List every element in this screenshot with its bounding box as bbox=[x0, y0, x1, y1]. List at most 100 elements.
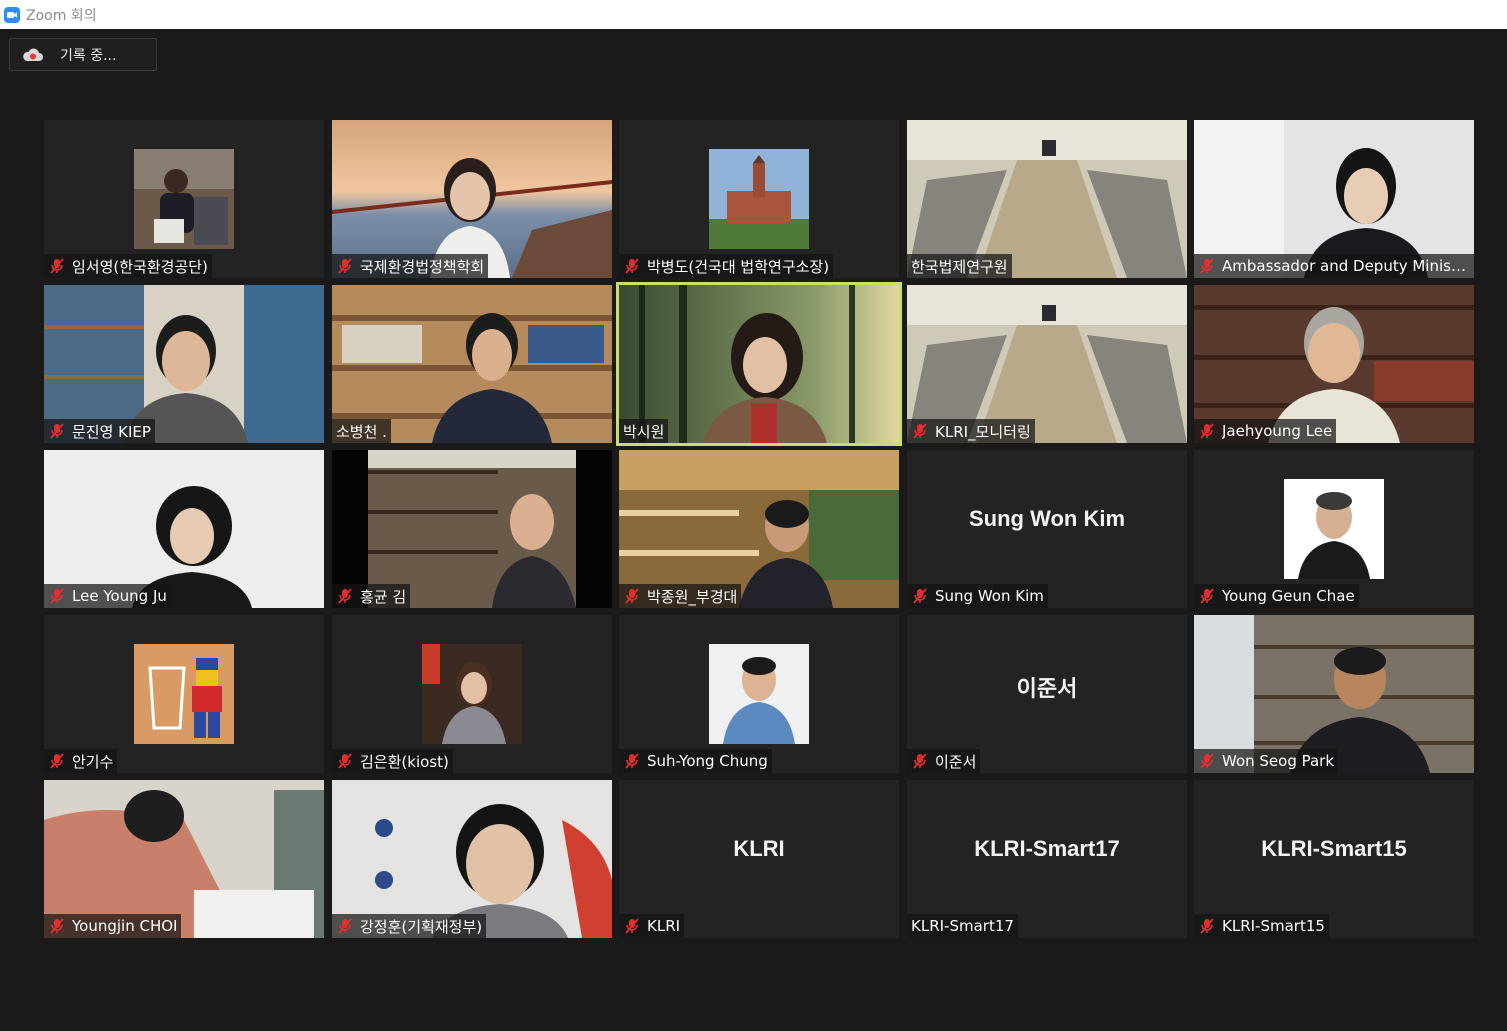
participant-name-bar: 김은환(kiost) bbox=[332, 749, 453, 773]
participant-name: 임서영(한국환경공단) bbox=[72, 257, 208, 276]
participant-tile-active-speaker[interactable]: 박시원 bbox=[616, 282, 902, 446]
participant-tile[interactable]: KLRI KLRI bbox=[619, 780, 899, 938]
participant-tile[interactable]: Youngjin CHOI bbox=[44, 780, 324, 938]
participant-tile[interactable]: 박병도(건국대 법학연구소장) bbox=[619, 120, 899, 278]
mic-muted-icon bbox=[1200, 258, 1214, 274]
mic-muted-icon bbox=[50, 918, 64, 934]
participant-name-bar: Jaehyoung Lee bbox=[1194, 419, 1337, 443]
participant-tile[interactable]: KLRI_모니터링 bbox=[907, 285, 1187, 443]
participant-name: 박병도(건국대 법학연구소장) bbox=[647, 257, 830, 276]
participant-tile[interactable]: 국제환경법정책학회 bbox=[332, 120, 612, 278]
participant-display-name: 이준서 bbox=[1016, 676, 1078, 701]
participant-display-name: KLRI bbox=[733, 836, 785, 861]
participant-name-bar: KLRI_모니터링 bbox=[907, 419, 1035, 443]
participant-photo bbox=[134, 149, 234, 249]
participant-photo bbox=[422, 644, 522, 744]
mic-muted-icon bbox=[50, 423, 64, 439]
mic-muted-icon bbox=[338, 753, 352, 769]
participant-tile[interactable]: Sung Won Kim Sung Won Kim bbox=[907, 450, 1187, 608]
mic-muted-icon bbox=[1200, 753, 1214, 769]
mic-muted-icon bbox=[913, 753, 927, 769]
participant-photo bbox=[709, 149, 809, 249]
participant-name-bar: KLRI-Smart17 bbox=[907, 914, 1018, 938]
participant-name-bar: KLRI bbox=[619, 914, 685, 938]
participant-name-bar: 임서영(한국환경공단) bbox=[44, 254, 212, 278]
participant-tile[interactable]: Jaehyoung Lee bbox=[1194, 285, 1474, 443]
participant-photo bbox=[134, 644, 234, 744]
participant-tile[interactable]: Ambassador and Deputy Minister ... bbox=[1194, 120, 1474, 278]
mic-muted-icon bbox=[625, 918, 639, 934]
participant-name: 한국법제연구원 bbox=[911, 257, 1008, 276]
participant-name-bar: 박시원 bbox=[619, 419, 669, 443]
participant-tile[interactable]: 소병천 . bbox=[332, 285, 612, 443]
participant-tile[interactable]: 안기수 bbox=[44, 615, 324, 773]
mic-muted-icon bbox=[1200, 588, 1214, 604]
participant-tile[interactable]: Young Geun Chae bbox=[1194, 450, 1474, 608]
participant-name: 김은환(kiost) bbox=[360, 752, 449, 771]
participant-photo bbox=[709, 644, 809, 744]
participant-name: Sung Won Kim bbox=[935, 587, 1044, 605]
participant-name: Young Geun Chae bbox=[1222, 587, 1355, 605]
participant-name: 강정훈(기획재정부) bbox=[360, 917, 483, 936]
participant-name: 안기수 bbox=[72, 752, 114, 771]
participant-name: Suh-Yong Chung bbox=[647, 752, 768, 770]
participant-name: 홍균 김 bbox=[360, 587, 407, 606]
participant-tile[interactable]: 문진영 KIEP bbox=[44, 285, 324, 443]
participant-name: 소병천 . bbox=[336, 422, 387, 441]
participant-name-bar: 국제환경법정책학회 bbox=[332, 254, 489, 278]
mic-muted-icon bbox=[50, 258, 64, 274]
participant-name-bar: 소병천 . bbox=[332, 419, 391, 443]
mic-muted-icon bbox=[625, 588, 639, 604]
participant-name: KLRI-Smart17 bbox=[911, 917, 1014, 935]
participant-name: Lee Young Ju bbox=[72, 587, 167, 605]
participant-name-bar: Suh-Yong Chung bbox=[619, 749, 772, 773]
participant-tile[interactable]: Suh-Yong Chung bbox=[619, 615, 899, 773]
participant-photo bbox=[1284, 479, 1384, 579]
participant-tile[interactable]: KLRI-Smart17 KLRI-Smart17 bbox=[907, 780, 1187, 938]
participant-tile[interactable]: 한국법제연구원 bbox=[907, 120, 1187, 278]
participant-name-bar: Youngjin CHOI bbox=[44, 914, 182, 938]
participant-tile[interactable]: KLRI-Smart15 KLRI-Smart15 bbox=[1194, 780, 1474, 938]
participant-tile[interactable]: 김은환(kiost) bbox=[332, 615, 612, 773]
participant-display-name: Sung Won Kim bbox=[968, 506, 1126, 531]
participant-name-bar: 홍균 김 bbox=[332, 584, 411, 608]
participant-name-bar: Lee Young Ju bbox=[44, 584, 171, 608]
participant-name-bar: Young Geun Chae bbox=[1194, 584, 1359, 608]
participant-tile[interactable]: Won Seog Park bbox=[1194, 615, 1474, 773]
mic-muted-icon bbox=[50, 753, 64, 769]
participant-name: 문진영 KIEP bbox=[72, 422, 151, 441]
participant-name: 박종원_부경대 bbox=[647, 587, 738, 606]
participant-name-bar: 문진영 KIEP bbox=[44, 419, 155, 443]
participant-name-bar: 한국법제연구원 bbox=[907, 254, 1012, 278]
participant-name-bar: Ambassador and Deputy Minister ... bbox=[1194, 254, 1474, 278]
participant-name: 박시원 bbox=[623, 422, 665, 441]
participant-name: KLRI bbox=[647, 917, 681, 935]
participant-name: Youngjin CHOI bbox=[72, 917, 178, 935]
participant-tile[interactable]: 박종원_부경대 bbox=[619, 450, 899, 608]
participant-name: Ambassador and Deputy Minister ... bbox=[1222, 257, 1470, 275]
participant-name: Won Seog Park bbox=[1222, 752, 1335, 770]
participant-name-bar: Won Seog Park bbox=[1194, 749, 1339, 773]
participant-name-bar: 이준서 bbox=[907, 749, 981, 773]
mic-muted-icon bbox=[913, 588, 927, 604]
recording-label: 기록 중... bbox=[60, 47, 117, 64]
participant-name: Jaehyoung Lee bbox=[1222, 422, 1333, 440]
participant-tile[interactable]: 임서영(한국환경공단) bbox=[44, 120, 324, 278]
mic-muted-icon bbox=[50, 588, 64, 604]
participant-name: KLRI_모니터링 bbox=[935, 422, 1031, 441]
cloud-record-icon bbox=[23, 48, 43, 61]
participant-name: 이준서 bbox=[935, 752, 977, 771]
participant-name-bar: 박종원_부경대 bbox=[619, 584, 742, 608]
recording-indicator[interactable]: 기록 중... bbox=[9, 38, 157, 71]
mic-muted-icon bbox=[625, 258, 639, 274]
participant-tile[interactable]: 이준서 이준서 bbox=[907, 615, 1187, 773]
participant-tile[interactable]: Lee Young Ju bbox=[44, 450, 324, 608]
participant-display-name: KLRI-Smart15 bbox=[1261, 836, 1407, 861]
mic-muted-icon bbox=[338, 588, 352, 604]
participant-name: KLRI-Smart15 bbox=[1222, 917, 1325, 935]
participant-tile[interactable]: 홍균 김 bbox=[332, 450, 612, 608]
participant-tile[interactable]: 강정훈(기획재정부) bbox=[332, 780, 612, 938]
zoom-app-icon bbox=[4, 6, 20, 23]
participant-name-bar: KLRI-Smart15 bbox=[1194, 914, 1329, 938]
participant-name-bar: 안기수 bbox=[44, 749, 118, 773]
